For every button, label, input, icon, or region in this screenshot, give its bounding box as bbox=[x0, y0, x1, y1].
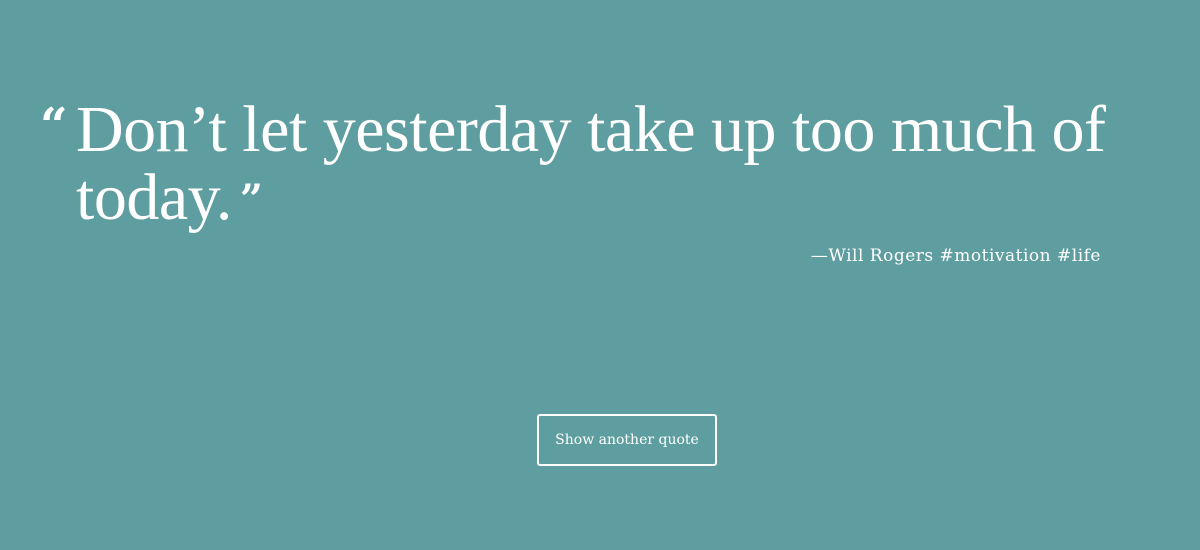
open-quote-mark: “ bbox=[40, 98, 68, 154]
quote-text-block: “ Don’t let yesterday take up too much o… bbox=[40, 96, 1160, 232]
close-quote-mark: ” bbox=[239, 176, 263, 223]
quote-tag[interactable]: #motivation bbox=[940, 246, 1052, 266]
quote-tag[interactable]: #life bbox=[1057, 246, 1101, 266]
quote-block: “ Don’t let yesterday take up too much o… bbox=[40, 96, 1160, 232]
quote-author: —Will Rogers bbox=[810, 246, 934, 266]
quote-attribution: —Will Rogers #motivation #life bbox=[811, 246, 1101, 266]
quote-text: Don’t let yesterday take up too much of … bbox=[76, 93, 1106, 234]
show-another-quote-button[interactable]: Show another quote bbox=[537, 414, 717, 466]
